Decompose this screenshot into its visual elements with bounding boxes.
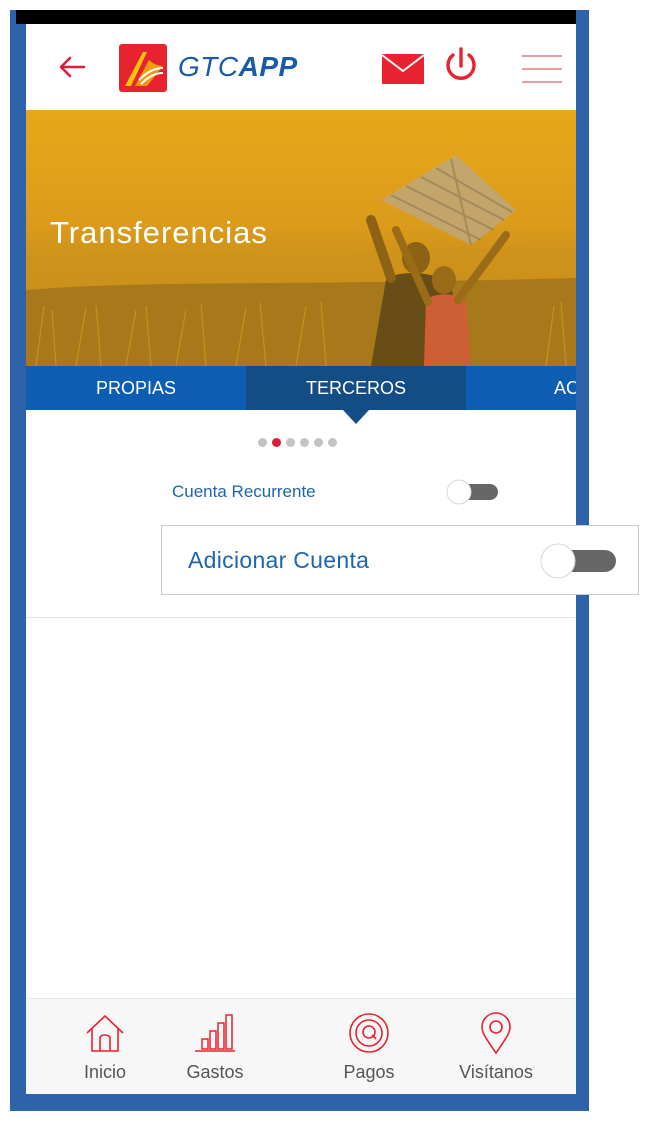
home-icon [86, 1015, 124, 1052]
active-tab-indicator [343, 410, 369, 424]
status-bar [16, 10, 576, 24]
page-dot [328, 438, 337, 447]
logo-text-bold: APP [238, 51, 298, 82]
menu-icon[interactable] [522, 54, 562, 84]
cuenta-recurrente-label: Cuenta Recurrente [172, 482, 316, 501]
power-icon[interactable] [444, 46, 478, 86]
page-dot [258, 438, 267, 447]
hero-banner: Transferencias [26, 110, 576, 366]
page-dot [286, 438, 295, 447]
adicionar-cuenta-label: Adicionar Cuenta [188, 547, 370, 573]
nav-pagos-label: Pagos [343, 1062, 395, 1082]
adicionar-cuenta-toggle[interactable] [540, 543, 618, 579]
page-dot [300, 438, 309, 447]
nav-pagos[interactable]: Pagos [314, 999, 424, 1094]
logo-text-light: GTC [178, 51, 239, 82]
page-title: Transferencias [50, 215, 268, 250]
cuenta-recurrente-toggle[interactable] [446, 479, 500, 505]
nav-visitanos[interactable]: Visítanos [441, 999, 551, 1094]
mail-icon[interactable] [382, 54, 424, 84]
bottom-nav: Inicio Gastos Pagos Visítanos [26, 999, 576, 1094]
nav-visitanos-label: Visítanos [459, 1062, 533, 1082]
tab-terceros[interactable]: TERCEROS [246, 366, 466, 410]
nav-gastos[interactable]: Gastos [160, 999, 270, 1094]
gtc-logo-icon [119, 44, 167, 92]
transfer-tabs: PROPIAS TERCEROS AC [26, 366, 576, 410]
section-divider [26, 617, 576, 618]
back-arrow-icon[interactable] [58, 56, 86, 78]
page-dot-active [272, 438, 281, 447]
app-logo-text: GTCAPP [178, 50, 298, 84]
nav-gastos-label: Gastos [186, 1062, 244, 1082]
tab-third[interactable]: AC [466, 366, 576, 410]
tab-propias[interactable]: PROPIAS [26, 366, 246, 410]
app-header: GTCAPP [26, 24, 576, 110]
nav-inicio[interactable]: Inicio [50, 999, 160, 1094]
pay-icon [349, 1013, 389, 1053]
adicionar-cuenta-row[interactable]: Adicionar Cuenta [161, 525, 639, 595]
nav-inicio-label: Inicio [83, 1062, 127, 1082]
page-dot [314, 438, 323, 447]
bar-chart-icon [195, 1014, 235, 1052]
location-pin-icon [481, 1012, 511, 1055]
